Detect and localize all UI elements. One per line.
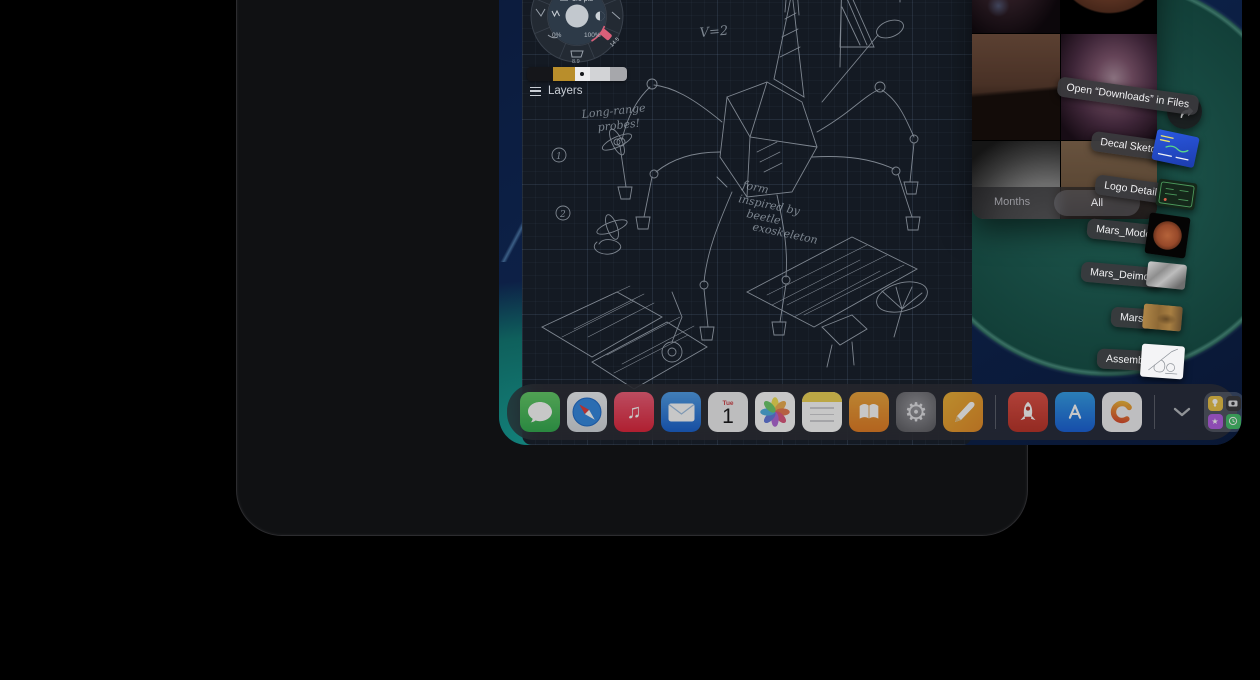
- photo-nebula-horsehead[interactable]: [972, 0, 1060, 33]
- rocket-icon: [1013, 397, 1043, 427]
- swatch-gray[interactable]: [610, 67, 627, 81]
- dock-app-mail[interactable]: [661, 392, 701, 432]
- notes-yellow-band: [802, 392, 842, 402]
- safari-compass-icon: [571, 396, 603, 428]
- books-open-book-icon: [854, 400, 884, 424]
- note-version: V=2: [699, 24, 729, 41]
- dock-app-books[interactable]: [849, 392, 889, 432]
- dock-app-library[interactable]: ★: [1204, 392, 1242, 432]
- calendar-day: 1: [722, 407, 734, 427]
- note-comms-line2: satellite: [921, 0, 968, 3]
- note-marker-1: 1: [556, 152, 562, 162]
- swatch-light-gray[interactable]: [590, 67, 610, 81]
- dock-app-music[interactable]: ♫: [614, 392, 654, 432]
- wheel-size-d: 8.9: [572, 59, 580, 65]
- layers-label: Layers: [548, 85, 583, 97]
- color-swatch-strip: [527, 67, 627, 81]
- ipad-screen: Concepts_blue... 59% 90° PRO: [499, 0, 1242, 445]
- layers-menu-icon: [530, 87, 541, 96]
- dock-app-safari[interactable]: [567, 392, 607, 432]
- swatch-gold[interactable]: [553, 67, 575, 81]
- dock-app-concepts[interactable]: [1102, 392, 1142, 432]
- dock-app-settings[interactable]: ⚙: [896, 392, 936, 432]
- dock-app-calendar[interactable]: Tue 1: [708, 392, 748, 432]
- sketch-pen-icon: [949, 398, 977, 426]
- layers-panel-header[interactable]: Layers: [530, 85, 583, 97]
- dock-divider: [1154, 395, 1155, 429]
- tool-wheel[interactable]: 1.6 1.3 3.5 14.5: [524, 0, 628, 67]
- photos-app-window: Months All: [972, 0, 1157, 219]
- photo-mars-globe[interactable]: [1061, 0, 1157, 33]
- dock: ♫ Tue 1: [507, 384, 1237, 440]
- wheel-center-knob[interactable]: [566, 5, 589, 28]
- swatch-selected-dot: [580, 72, 584, 76]
- segment-all-label: All: [1091, 197, 1103, 209]
- concepts-app-window: Concepts_blue... 59% 90° PRO: [522, 0, 972, 445]
- opacity-min: 0%: [552, 32, 562, 39]
- app-library-mini-grid: ★: [1208, 396, 1241, 429]
- segment-months[interactable]: Months: [994, 196, 1030, 208]
- chevron-down-icon: [1173, 407, 1191, 417]
- ipad-device-frame: Concepts_blue... 59% 90° PRO: [236, 0, 1028, 536]
- mini-tips-icon: [1208, 396, 1223, 411]
- settings-gear-glyph: ⚙: [904, 397, 927, 428]
- mail-envelope-icon: [668, 403, 695, 422]
- dock-app-notes[interactable]: [802, 392, 842, 432]
- swatch-black[interactable]: [527, 67, 553, 81]
- segment-all-selected[interactable]: All: [1054, 190, 1140, 216]
- opacity-max: 100%: [584, 32, 601, 39]
- music-note-icon: ♫: [627, 401, 642, 424]
- dock-app-appstore[interactable]: [1055, 392, 1095, 432]
- dock-chevron-down-button[interactable]: [1167, 392, 1197, 432]
- mini-star-icon: ★: [1208, 414, 1223, 429]
- photo-orion-nebula[interactable]: [1061, 34, 1157, 140]
- dock-app-messages[interactable]: [520, 392, 560, 432]
- note-probes-line2: probes!: [597, 117, 641, 134]
- wheel-size-label: 1.6 pts: [572, 0, 594, 3]
- page-background: Concepts_blue... 59% 90° PRO: [0, 0, 1260, 680]
- dock-app-photos[interactable]: [755, 392, 795, 432]
- dock-app-sketch[interactable]: [943, 392, 983, 432]
- mini-clock-icon: [1226, 414, 1241, 429]
- messages-bubble-icon: [527, 400, 553, 424]
- appstore-a-icon: [1061, 398, 1089, 426]
- concepts-c-icon: [1105, 395, 1139, 429]
- photos-bottom-toolbar: Months All: [972, 187, 1157, 219]
- swatch-white-selected[interactable]: [575, 67, 590, 81]
- mini-camera-icon: [1226, 396, 1241, 411]
- dock-app-rocket[interactable]: [1008, 392, 1048, 432]
- note-marker-2: 2: [559, 210, 566, 220]
- dock-divider: [995, 395, 996, 429]
- photo-mars-landscape[interactable]: [972, 34, 1060, 140]
- photos-flower-icon: [757, 394, 793, 430]
